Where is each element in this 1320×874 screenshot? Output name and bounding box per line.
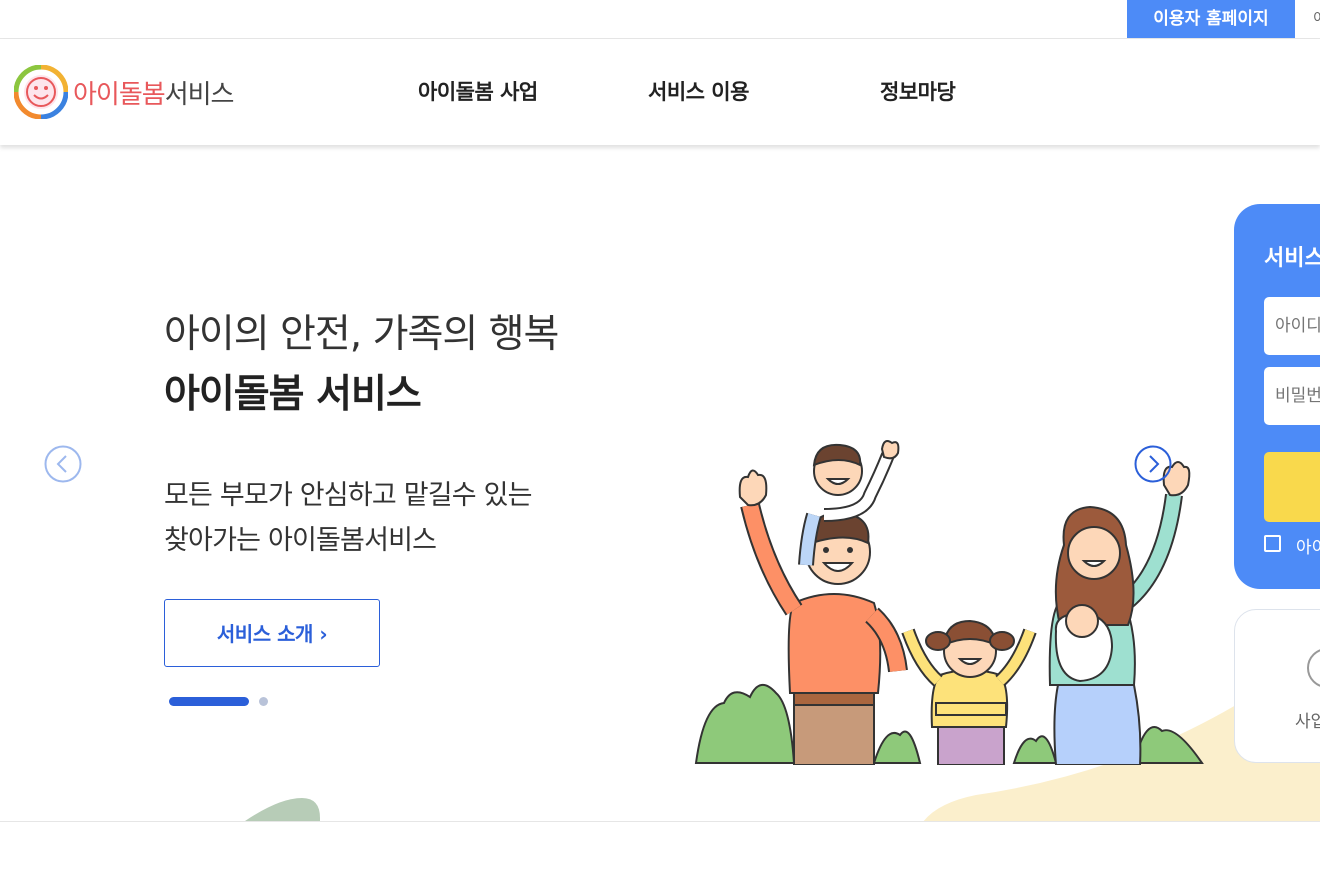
hero-description: 모든 부모가 안심하고 맡길수 있는 찾아가는 아이돌봄서비스 <box>164 473 533 563</box>
slide-indicator-active[interactable] <box>169 697 249 706</box>
nav-item-info-square[interactable]: 정보마당 <box>880 39 956 145</box>
main-header: 아이돌봄서비스 아이돌봄 사업 서비스 이용 정보마당 <box>0 39 1320 145</box>
id-input[interactable] <box>1264 297 1320 355</box>
hero-tagline: 아이의 안전, 가족의 행복 <box>164 312 559 357</box>
logo-rest-text: 서비스 <box>164 79 235 110</box>
nav-item-idolbom-business[interactable]: 아이돌봄 사업 <box>418 39 538 145</box>
chevron-left-icon[interactable] <box>44 445 82 483</box>
login-button[interactable] <box>1264 452 1320 522</box>
hero-description-line-2: 찾아가는 아이돌봄서비스 <box>164 525 437 556</box>
green-hill-decoration <box>245 798 320 821</box>
family-illustration <box>694 440 1204 765</box>
user-homepage-button[interactable]: 이용자 홈페이지 <box>1127 0 1295 38</box>
hero-banner: 아이의 안전, 가족의 행복 아이돌봄 서비스 모든 부모가 안심하고 맡길수 … <box>0 145 1320 821</box>
hero-description-line-1: 모든 부모가 안심하고 맡길수 있는 <box>164 480 533 511</box>
save-id-label: 아이 <box>1296 538 1320 558</box>
slide-indicator[interactable] <box>259 697 268 706</box>
business-quick-link-card[interactable]: 사업 <box>1234 609 1320 763</box>
chevron-right-icon[interactable] <box>1134 445 1172 483</box>
password-input[interactable] <box>1264 367 1320 425</box>
login-title: 서비스 <box>1264 246 1320 271</box>
service-intro-button[interactable]: 서비스 소개 › <box>164 599 380 667</box>
logo-text: 아이돌봄서비스 <box>73 74 235 111</box>
nav-item-service-use[interactable]: 서비스 이용 <box>648 39 749 145</box>
login-panel: 서비스 아이 <box>1234 204 1320 589</box>
save-id-checkbox[interactable] <box>1264 535 1281 552</box>
smile-logo-icon <box>14 65 68 119</box>
hero-bottom-divider <box>0 821 1320 822</box>
site-logo[interactable]: 아이돌봄서비스 <box>14 65 235 119</box>
top-utility-bar: 이용자 홈페이지 이 <box>0 0 1320 39</box>
top-next-link[interactable]: 이 <box>1313 0 1320 38</box>
logo-accent-text: 아이돌봄 <box>73 79 166 110</box>
business-quick-link-label: 사업 <box>1295 712 1320 732</box>
hero-headline: 아이돌봄 서비스 <box>164 372 422 417</box>
circle-icon <box>1307 649 1320 687</box>
